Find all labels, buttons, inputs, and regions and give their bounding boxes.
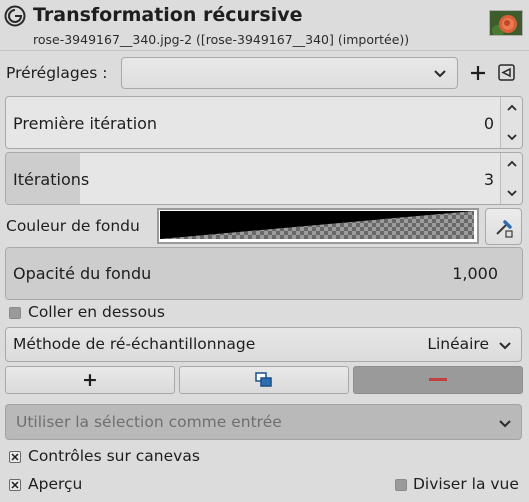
remove-icon <box>429 378 447 381</box>
fade-color-button[interactable] <box>157 208 479 244</box>
color-picker-button[interactable] <box>485 208 522 245</box>
canvas-controls-label[interactable]: Contrôles sur canevas <box>28 447 200 465</box>
add-preset-button[interactable] <box>466 61 490 85</box>
resampling-combo[interactable]: Méthode de ré-échantillonnage Linéaire <box>5 327 522 362</box>
iterations-stepper[interactable] <box>500 153 522 204</box>
first-iteration-label: Première itération <box>13 114 158 133</box>
split-view-label[interactable]: Diviser la vue <box>413 475 519 493</box>
presets-label: Préréglages : <box>6 64 108 82</box>
fade-color-swatch <box>160 211 474 239</box>
gimp-filter-icon <box>4 5 26 27</box>
duplicate-icon <box>255 372 272 387</box>
resampling-value: Linéaire <box>427 335 489 353</box>
chevron-down-icon[interactable] <box>505 130 519 144</box>
fade-opacity-label: Opacité du fondu <box>13 264 152 283</box>
add-transform-button[interactable]: + <box>5 366 175 394</box>
chevron-up-icon[interactable] <box>505 101 519 115</box>
paste-below-label[interactable]: Coller en dessous <box>28 303 165 321</box>
check-cross-icon <box>11 453 19 461</box>
chevron-up-icon[interactable] <box>505 157 519 171</box>
image-thumbnail <box>489 10 523 36</box>
fade-opacity-spinscale[interactable]: Opacité du fondu 1,000 <box>5 247 523 300</box>
iterations-spinscale[interactable]: Itérations 3 <box>5 152 523 205</box>
preview-label[interactable]: Aperçu <box>28 475 82 493</box>
chevron-down-icon <box>499 420 511 428</box>
dialog-title: Transformation récursive <box>33 4 303 26</box>
eyedropper-icon <box>496 220 513 238</box>
plus-icon <box>471 66 485 80</box>
canvas-controls-checkbox[interactable] <box>9 451 21 463</box>
menu-triangle-icon <box>498 64 515 81</box>
fade-color-label: Couleur de fondu <box>6 217 140 235</box>
plus-icon: + <box>82 368 98 391</box>
resampling-label: Méthode de ré-échantillonnage <box>13 335 256 353</box>
first-iteration-spinscale[interactable]: Première itération 0 <box>5 96 523 149</box>
remove-transform-button[interactable] <box>353 366 523 394</box>
preview-checkbox[interactable] <box>9 479 21 491</box>
presets-combo[interactable] <box>121 57 458 89</box>
chevron-down-icon[interactable] <box>505 186 519 200</box>
input-selection-label: Utiliser la sélection comme entrée <box>16 413 282 431</box>
first-iteration-value: 0 <box>483 114 494 133</box>
iterations-value: 3 <box>483 170 494 189</box>
presets-menu-button[interactable] <box>497 63 517 83</box>
fade-opacity-value: 1,000 <box>452 264 498 283</box>
header-divider <box>0 50 529 51</box>
chevron-down-icon <box>499 342 511 350</box>
paste-below-checkbox[interactable] <box>9 307 21 319</box>
chevron-down-icon <box>434 70 446 78</box>
first-iteration-stepper[interactable] <box>500 97 522 148</box>
input-selection-combo[interactable]: Utiliser la sélection comme entrée <box>5 404 522 440</box>
iterations-label: Itérations <box>13 170 90 189</box>
image-subtitle: rose-3949167__340.jpg-2 ([rose-3949167__… <box>33 32 410 47</box>
duplicate-transform-button[interactable] <box>179 366 349 394</box>
check-cross-icon <box>11 481 19 489</box>
split-view-checkbox[interactable] <box>395 479 407 491</box>
